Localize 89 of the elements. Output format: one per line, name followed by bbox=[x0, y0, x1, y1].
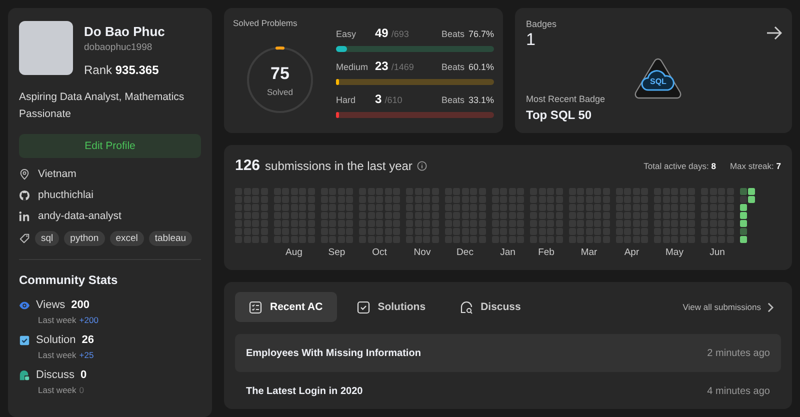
stat-label: Discuss bbox=[36, 369, 75, 381]
progress-ring bbox=[246, 46, 314, 114]
info-icon[interactable] bbox=[417, 160, 428, 170]
arrow-right-icon[interactable] bbox=[766, 26, 782, 40]
total-count: /693 bbox=[391, 29, 410, 39]
link-text[interactable]: phucthichlai bbox=[38, 189, 94, 201]
month-label: Aug bbox=[286, 246, 302, 258]
submission-count: 126 bbox=[235, 157, 260, 174]
bio-text: Aspiring Data Analyst, Mathematics Passionate bbox=[19, 90, 186, 122]
month-label: Mar bbox=[580, 246, 598, 258]
skill-tag[interactable]: tableau bbox=[148, 231, 192, 246]
period-label: Last week bbox=[38, 315, 76, 325]
submissions-label: submissions in the last year bbox=[265, 158, 412, 172]
badge-icon bbox=[633, 57, 683, 100]
chat-bubble-icon bbox=[19, 370, 30, 380]
stat-label: Solution bbox=[36, 334, 76, 346]
month-label: Feb bbox=[538, 246, 554, 258]
change-value: +25 bbox=[79, 350, 94, 360]
stat-value: 26 bbox=[82, 334, 94, 346]
badge-count: 1 bbox=[526, 30, 536, 50]
recent-badge-name: Top SQL 50 bbox=[526, 108, 592, 122]
month-label: Nov bbox=[414, 246, 431, 258]
linkedin-icon bbox=[19, 210, 30, 222]
skill-tag[interactable]: sql bbox=[35, 231, 60, 246]
list-icon bbox=[249, 300, 262, 314]
problem-title[interactable]: Employees With Missing Information bbox=[246, 348, 421, 358]
beats-label: Beats bbox=[441, 29, 464, 39]
submission-time: 4 minutes ago bbox=[707, 386, 770, 396]
stat-label: Views bbox=[36, 299, 66, 311]
view-all-link[interactable]: View all submissions bbox=[682, 302, 776, 312]
beats-percent: 76.7% bbox=[468, 29, 494, 39]
change-value: +200 bbox=[79, 315, 98, 325]
tab[interactable]: Recent AC bbox=[235, 292, 337, 322]
beats-label: Beats bbox=[441, 95, 464, 105]
month-label: Dec bbox=[456, 246, 474, 258]
submission-row[interactable]: The Latest Login in 2020 4 minutes ago bbox=[235, 372, 781, 410]
badge-label: SQL bbox=[650, 77, 666, 86]
checkbox-icon bbox=[19, 334, 30, 346]
beats-percent: 60.1% bbox=[468, 62, 494, 72]
checkbox-icon bbox=[356, 300, 370, 314]
month-label: Oct bbox=[372, 246, 387, 258]
section-title: Community Stats bbox=[19, 273, 119, 287]
submission-time: 2 minutes ago bbox=[707, 348, 770, 358]
difficulty-label: Hard bbox=[336, 95, 357, 105]
change-value: 0 bbox=[79, 385, 84, 395]
stat-value: 200 bbox=[71, 299, 90, 311]
max-streak-text: Max streak: 7 bbox=[730, 160, 781, 170]
card-title: Badges bbox=[526, 19, 557, 29]
month-label: Jan bbox=[500, 246, 516, 258]
username: dobaophuc1998 bbox=[84, 42, 154, 53]
tab[interactable]: Discuss bbox=[446, 292, 535, 322]
beats-label: Beats bbox=[441, 62, 464, 72]
total-count: /610 bbox=[384, 95, 404, 105]
period-label: Last week bbox=[38, 385, 76, 395]
tab[interactable]: Solutions bbox=[342, 292, 440, 322]
month-label: Jun bbox=[710, 246, 725, 258]
user-name: Do Bao Phuc bbox=[84, 24, 165, 39]
beats-percent: 33.1% bbox=[468, 95, 494, 105]
solved-count: 49 bbox=[375, 26, 388, 40]
month-label: May bbox=[666, 246, 684, 258]
difficulty-label: Easy bbox=[336, 29, 358, 39]
recent-badge-label: Most Recent Badge bbox=[526, 94, 606, 104]
submission-row[interactable]: Employees With Missing Information 2 minutes ago bbox=[235, 334, 781, 372]
solved-count: 75 bbox=[270, 64, 290, 84]
period-label: Last week bbox=[38, 350, 76, 360]
chevron-right-icon[interactable] bbox=[765, 302, 776, 312]
stat-value: 0 bbox=[80, 369, 87, 381]
link-text[interactable]: andy-data-analyst bbox=[38, 210, 122, 222]
solved-label: Solved bbox=[267, 86, 293, 96]
difficulty-label: Medium bbox=[336, 62, 370, 72]
eye-icon bbox=[19, 300, 30, 310]
edit-profile-button[interactable]: Edit Profile bbox=[19, 134, 201, 158]
problem-title[interactable]: The Latest Login in 2020 bbox=[246, 386, 363, 396]
skill-tag[interactable]: python bbox=[64, 231, 105, 246]
tag-icon bbox=[19, 233, 30, 244]
rank-text: Rank 935.365 bbox=[84, 63, 160, 77]
skill-tag[interactable]: excel bbox=[110, 231, 144, 246]
card-title: Solved Problems bbox=[233, 18, 298, 28]
month-label: Sep bbox=[328, 246, 346, 258]
photo-placeholder bbox=[19, 21, 73, 75]
total-count: /1469 bbox=[391, 62, 415, 72]
solved-count: 23 bbox=[375, 59, 388, 73]
chat-search-icon bbox=[460, 300, 473, 314]
location-pin-icon bbox=[19, 168, 30, 180]
link-text[interactable]: Vietnam bbox=[38, 168, 76, 180]
solved-count: 3 bbox=[375, 92, 382, 106]
active-days-text: Total active days: 8 bbox=[644, 160, 716, 170]
github-icon bbox=[19, 190, 30, 200]
month-label: Apr bbox=[624, 246, 640, 258]
